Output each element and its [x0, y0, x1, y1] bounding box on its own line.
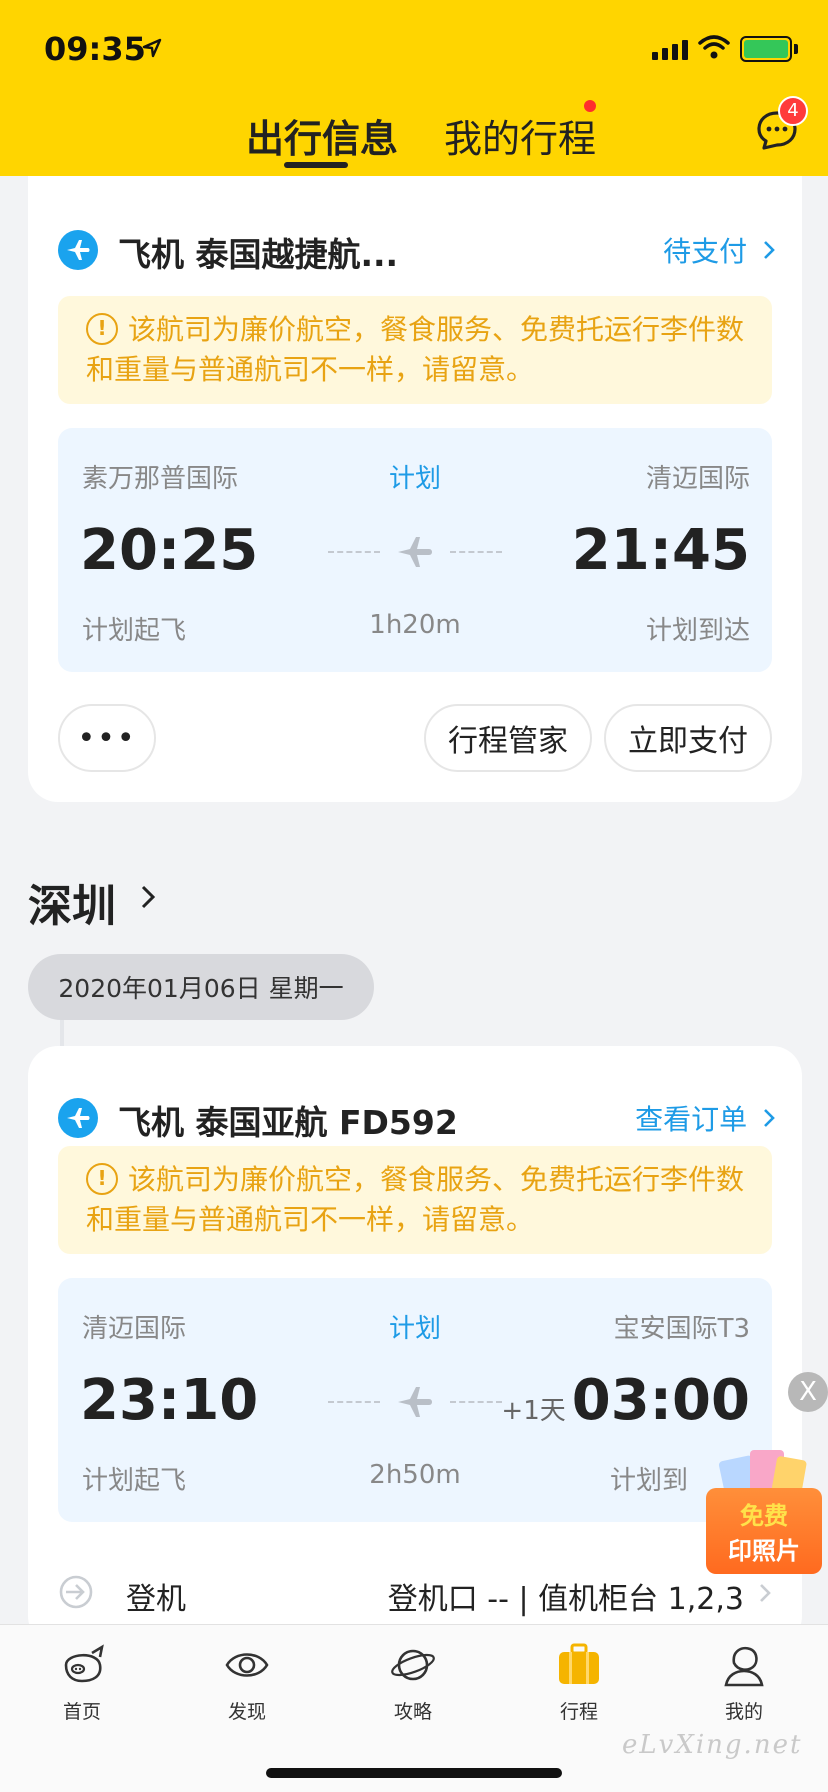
promo-line-1: 免费 [740, 1502, 788, 1530]
tabbar-item-discover[interactable]: 发现 [192, 1643, 302, 1724]
suitcase-icon [559, 1643, 599, 1684]
boarding-icon [59, 1575, 93, 1609]
pig-icon [64, 1644, 104, 1683]
trip-card: 飞机 泰国越捷航... 待支付 ! 该航司为廉价航空，餐食服务、免费托运行李件数和… [28, 176, 802, 802]
view-order-link[interactable]: 查看订单 [635, 1098, 776, 1138]
departure-time: 20:25 [80, 518, 259, 583]
chevron-right-icon [760, 1584, 771, 1602]
bottom-tab-bar: 首页 发现 攻略 行程 我的 [0, 1624, 828, 1792]
arrival-time: +1天 03:00 [501, 1368, 750, 1433]
departure-time: 23:10 [80, 1368, 259, 1433]
flight-info-box[interactable]: 素万那普国际 计划 清迈国际 20:25 21:45 计划起飞 1h20m 计划… [58, 428, 772, 672]
plane-icon [58, 1098, 98, 1138]
user-icon [724, 1646, 764, 1687]
trip-assistant-button[interactable]: 行程管家 [424, 704, 592, 772]
free-photo-promo[interactable]: 免费 印照片 [706, 1448, 822, 1574]
battery-icon [740, 36, 792, 62]
wifi-icon [698, 35, 730, 59]
active-tab-indicator [284, 162, 348, 168]
boarding-label: 登机 [126, 1582, 186, 1617]
arrival-time: 21:45 [571, 518, 750, 583]
eye-icon [225, 1653, 269, 1677]
boarding-row[interactable]: 登机 登机口 -- | 值机柜台 1,2,3 [58, 1564, 772, 1624]
next-day-indicator: +1天 [501, 1396, 566, 1426]
pay-now-button[interactable]: 立即支付 [604, 704, 772, 772]
watermark: eLvXing.net [622, 1730, 803, 1760]
trip-card: 飞机 泰国亚航 FD592 查看订单 ! 该航司为廉价航空，餐食服务、免费托运行李… [28, 1046, 802, 1646]
warning-icon: ! [86, 313, 118, 345]
airplane-icon [398, 1387, 432, 1417]
tab-travel-info[interactable]: 出行信息 [246, 108, 398, 163]
gate-counter-info: 登机口 -- | 值机柜台 1,2,3 [387, 1582, 744, 1617]
tabbar-item-me[interactable]: 我的 [689, 1643, 799, 1724]
arrival-label: 计划到达 [645, 616, 750, 646]
pending-payment-link[interactable]: 待支付 [663, 230, 776, 270]
flight-title: 飞机 泰国越捷航... [118, 235, 399, 274]
message-count-badge: 4 [778, 96, 808, 126]
arrival-label: 计划到 [609, 1466, 688, 1496]
plane-icon [58, 230, 98, 270]
planet-icon [391, 1649, 435, 1681]
arrival-airport: 宝安国际T3 [613, 1314, 750, 1344]
cellular-signal-icon [652, 40, 688, 60]
flight-path [328, 534, 502, 570]
status-time: 09:35 [44, 30, 146, 68]
more-button[interactable]: ••• [58, 704, 156, 772]
tabbar-item-home[interactable]: 首页 [27, 1643, 137, 1724]
low-cost-notice: ! 该航司为廉价航空，餐食服务、免费托运行李件数和重量与普通航司不一样，请留意。 [58, 296, 772, 404]
flight-path [328, 1384, 502, 1420]
chevron-right-icon [764, 241, 775, 259]
flight-title: 飞机 泰国亚航 FD592 [118, 1103, 458, 1142]
promo-line-2: 印照片 [728, 1537, 800, 1565]
flight-info-box[interactable]: 清迈国际 计划 宝安国际T3 23:10 +1天 03:00 计划起飞 2h50m… [58, 1278, 772, 1522]
arrival-airport: 清迈国际 [645, 464, 750, 494]
tab-my-trips[interactable]: 我的行程 [444, 108, 596, 163]
low-cost-notice: ! 该航司为廉价航空，餐食服务、免费托运行李件数和重量与普通航司不一样，请留意。 [58, 1146, 772, 1254]
close-promo-button[interactable]: X [788, 1372, 828, 1412]
tabbar-item-guides[interactable]: 攻略 [358, 1643, 468, 1724]
top-header: 09:35 出行信息 我的行程 4 [0, 0, 828, 176]
chevron-right-icon [764, 1109, 775, 1127]
notification-dot [584, 100, 596, 112]
home-indicator [266, 1768, 562, 1778]
airplane-icon [398, 537, 432, 567]
location-arrow-icon [142, 38, 162, 58]
chevron-right-icon[interactable] [140, 884, 156, 910]
date-badge: 2020年01月06日 星期一 [28, 954, 374, 1020]
city-title[interactable]: 深圳 [28, 870, 116, 934]
warning-icon: ! [86, 1163, 118, 1195]
tabbar-item-trips[interactable]: 行程 [524, 1643, 634, 1724]
